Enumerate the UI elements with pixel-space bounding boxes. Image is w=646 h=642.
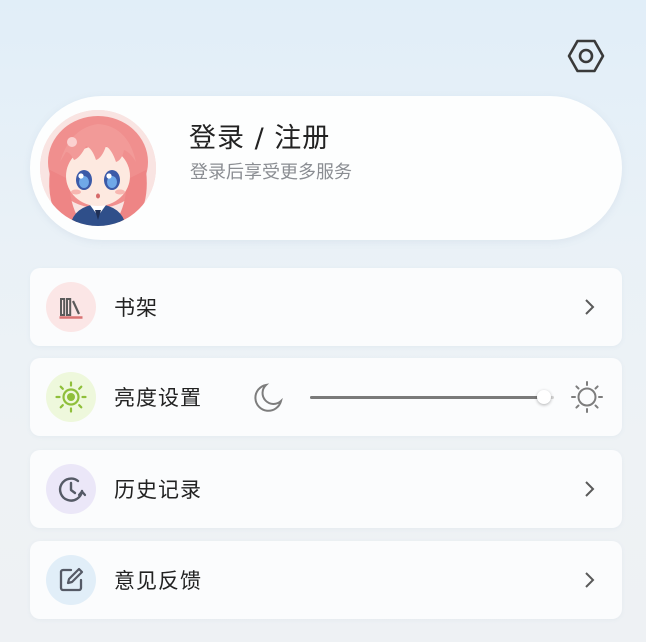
login-subtitle: 登录后享受更多服务	[190, 162, 352, 183]
history-clock-icon	[58, 477, 87, 502]
menu-item-brightness: 亮度设置	[30, 358, 622, 436]
feedback-label: 意见反馈	[114, 569, 202, 593]
history-icon-badge	[46, 464, 96, 514]
moon-icon	[252, 382, 284, 414]
history-label: 历史记录	[114, 478, 202, 502]
settings-button[interactable]	[566, 36, 606, 76]
slider-fill	[310, 396, 544, 399]
settings-icon	[567, 39, 605, 73]
bookshelf-icon-badge	[46, 282, 96, 332]
slider-thumb[interactable]	[537, 390, 551, 404]
avatar-image	[40, 110, 156, 226]
chevron-right-icon	[578, 569, 600, 591]
brightness-label: 亮度设置	[114, 386, 202, 410]
login-card[interactable]: 登录 / 注册 登录后享受更多服务	[30, 96, 622, 240]
chevron-right-icon	[578, 478, 600, 500]
login-register-title[interactable]: 登录 / 注册	[189, 116, 330, 155]
bookshelf-label: 书架	[114, 296, 158, 320]
menu-item-bookshelf[interactable]: 书架	[30, 268, 622, 346]
avatar[interactable]	[40, 110, 156, 226]
sun-icon-badge	[46, 372, 96, 422]
sun-bright-icon	[570, 380, 604, 414]
brightness-slider[interactable]	[310, 388, 554, 406]
feedback-icon-badge	[46, 555, 96, 605]
sun-icon	[55, 381, 87, 413]
chevron-right-icon	[578, 296, 600, 318]
menu-item-history[interactable]: 历史记录	[30, 450, 622, 528]
bookshelf-icon	[59, 298, 83, 319]
menu-item-feedback[interactable]: 意见反馈	[30, 541, 622, 619]
edit-icon	[59, 567, 84, 592]
